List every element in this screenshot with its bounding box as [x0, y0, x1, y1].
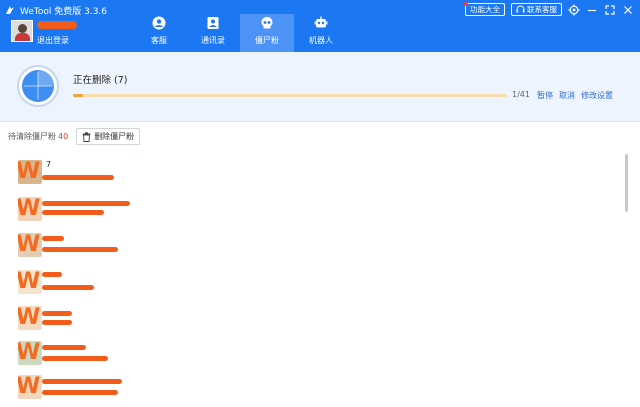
pending-label: 待清除僵尸粉 [8, 132, 56, 141]
progress-bar-fill [73, 94, 84, 97]
trash-icon [82, 131, 91, 142]
progress-ring-icon [17, 65, 59, 107]
redacted-text [42, 311, 72, 316]
list-scrollbar[interactable] [625, 154, 628, 212]
notification-dot-icon [464, 2, 468, 6]
contacts-icon [207, 17, 219, 29]
redacted-text [42, 320, 72, 325]
modify-settings-link[interactable]: 修改设置 [581, 90, 613, 101]
maximize-icon[interactable] [604, 4, 616, 16]
redacted-text [42, 175, 114, 180]
avatar: W [18, 197, 42, 221]
list-toolbar: 待清除僵尸粉 40 删除僵尸粉 [8, 128, 141, 145]
tab-contacts-label: 通讯录 [201, 36, 225, 45]
redacted-text [42, 247, 118, 252]
user-profile: 退出登录 [11, 20, 77, 46]
zombie-icon [261, 17, 273, 29]
redacted-text [42, 345, 86, 350]
settings-icon[interactable] [568, 4, 580, 16]
tab-robot[interactable]: 机器人 [294, 14, 348, 52]
redacted-text [42, 390, 118, 395]
user-name-redacted [37, 21, 77, 29]
main-nav: 客服 通讯录 僵尸粉 机器人 [132, 14, 348, 52]
wetool-logo-icon [6, 6, 14, 14]
progress-bar [73, 94, 507, 97]
wetool-window: WeTool 免费版 3.3.6 退出登录 客服 通讯录 僵尸粉 机器人 功能大… [0, 0, 640, 407]
tab-zombie-fans-label: 僵尸粉 [255, 36, 279, 45]
headset-icon [516, 5, 525, 13]
redacted-text [42, 210, 104, 215]
window-controls: 功能大全 联系客服 [464, 2, 634, 16]
avatar: W [18, 375, 42, 399]
title-bar: WeTool 免费版 3.3.6 [4, 2, 107, 18]
features-label: 功能大全 [470, 5, 500, 14]
progress-actions: 暂停 取消 修改设置 [537, 90, 613, 101]
features-button[interactable]: 功能大全 [464, 2, 505, 16]
header-bar: WeTool 免费版 3.3.6 退出登录 客服 通讯录 僵尸粉 机器人 功能大… [0, 0, 640, 52]
service-icon [152, 16, 166, 30]
redacted-text [42, 285, 94, 290]
tab-zombie-fans[interactable]: 僵尸粉 [240, 14, 294, 52]
cancel-link[interactable]: 取消 [559, 90, 575, 101]
avatar: W [18, 306, 42, 330]
redacted-text [42, 356, 108, 361]
delete-button-label: 删除僵尸粉 [94, 132, 135, 141]
redacted-text [42, 379, 122, 384]
redacted-text [42, 236, 64, 241]
avatar: W [18, 233, 42, 257]
redacted-text [42, 201, 130, 206]
support-label: 联系客服 [527, 5, 557, 14]
list-item-name: 7 [46, 160, 52, 169]
avatar: W [18, 270, 42, 294]
pending-count: 40 [58, 132, 69, 141]
logout-link[interactable]: 退出登录 [37, 35, 77, 46]
pause-link[interactable]: 暂停 [537, 90, 553, 101]
deletion-progress-panel: 正在删除 (7) 1/41 暂停 取消 修改设置 [0, 52, 640, 122]
avatar: W [18, 341, 42, 365]
close-icon[interactable] [622, 4, 634, 16]
app-title: WeTool 免费版 3.3.6 [20, 6, 108, 17]
progress-count: 1/41 [512, 90, 530, 99]
support-button[interactable]: 联系客服 [511, 3, 562, 16]
friend-list: W 7 W W W W W W [0, 154, 620, 407]
robot-icon [314, 16, 328, 28]
progress-title: 正在删除 (7) [73, 75, 128, 86]
minimize-icon[interactable] [586, 4, 598, 16]
tab-service[interactable]: 客服 [132, 14, 186, 52]
tab-contacts[interactable]: 通讯录 [186, 14, 240, 52]
delete-zombie-fans-button[interactable]: 删除僵尸粉 [76, 128, 141, 145]
redacted-text [42, 272, 62, 277]
avatar[interactable] [11, 20, 33, 42]
avatar: W [18, 160, 42, 184]
tab-robot-label: 机器人 [309, 36, 333, 45]
tab-service-label: 客服 [151, 36, 167, 45]
